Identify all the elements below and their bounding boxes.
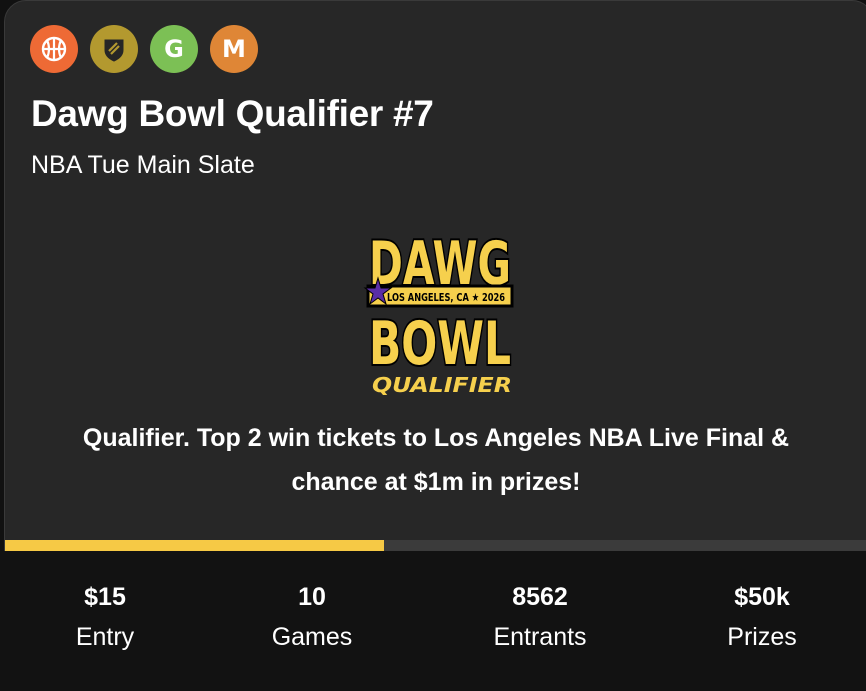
badge-letter-g: G [164, 35, 184, 63]
stat-label: Games [271, 623, 353, 651]
logo-bowl-text: BOWL [369, 309, 511, 379]
logo-qualifier-text: QUALIFIER [372, 373, 512, 397]
letter-m-badge: M [210, 25, 258, 73]
badge-letter-m: M [222, 35, 246, 63]
stat-value: 10 [298, 583, 326, 611]
stat-label: Prizes [727, 623, 797, 651]
stat-entry: $15 Entry [5, 581, 205, 653]
stats-bar: $15 Entry 10 Games 8562 Entrants $50k Pr… [0, 551, 866, 691]
dawg-bowl-logo: DAWG LOS ANGELES, CA ★ 2026 BOWL QUALIFI… [363, 227, 514, 397]
basketball-icon [41, 36, 67, 62]
contest-description: Qualifier. Top 2 win tickets to Los Ange… [5, 416, 866, 504]
contest-title: Dawg Bowl Qualifier #7 [31, 93, 434, 134]
contest-subtitle: NBA Tue Main Slate [31, 151, 255, 179]
stat-prizes: $50k Prizes [662, 581, 862, 653]
basketball-badge [30, 25, 78, 73]
badge-row: G M [30, 25, 258, 73]
letter-g-badge: G [150, 25, 198, 73]
description-line-2: chance at $1m in prizes! [291, 468, 581, 496]
stat-games: 10 Games [212, 581, 412, 653]
stat-value: $15 [84, 583, 126, 611]
shield-badge [90, 25, 138, 73]
description-line-1: Qualifier. Top 2 win tickets to Los Ange… [82, 424, 790, 452]
stat-label: Entrants [493, 623, 587, 651]
stat-entrants: 8562 Entrants [440, 581, 640, 653]
shield-icon [104, 39, 124, 62]
stat-value: 8562 [512, 583, 568, 611]
stat-label: Entry [75, 623, 135, 651]
logo-ribbon-text: LOS ANGELES, CA ★ 2026 [387, 291, 505, 304]
stat-value: $50k [734, 583, 790, 611]
